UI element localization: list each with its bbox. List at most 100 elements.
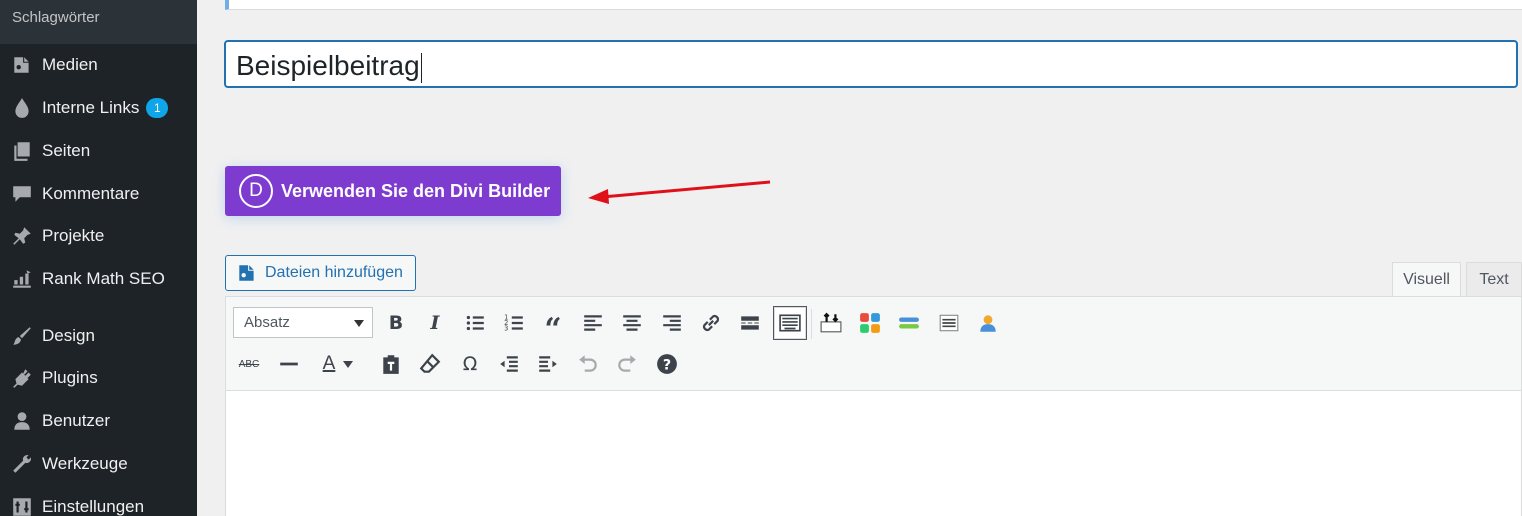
link-icon (702, 314, 720, 332)
divi-builder-label: Verwenden Sie den Divi Builder (281, 180, 551, 201)
document-icon (939, 314, 959, 332)
insert-shortcode-button[interactable] (814, 306, 848, 340)
chevron-down-icon (354, 320, 364, 327)
submenu-item-tags[interactable]: Schlagwörter (0, 0, 197, 44)
rank-math-icon (0, 268, 42, 290)
special-character-button[interactable]: Ω (453, 347, 487, 381)
horizontal-line-button[interactable] (272, 347, 306, 381)
settings-icon (0, 496, 42, 516)
sidebar-item-label: Projekte (42, 226, 105, 245)
brush-icon (0, 325, 42, 347)
sidebar-item-rank-math[interactable]: Rank Math SEO (0, 259, 197, 299)
modules-button[interactable] (853, 306, 887, 340)
post-title-input[interactable]: Beispielbeitrag (224, 40, 1518, 88)
plugin-icon (0, 367, 42, 389)
sidebar-item-label: Plugins (42, 368, 98, 387)
wrench-icon (0, 453, 42, 475)
pin-icon (0, 225, 42, 247)
format-select[interactable]: Absatz (233, 307, 373, 338)
red-arrow-annotation (588, 180, 771, 204)
color-grid-icon (860, 313, 880, 333)
undo-button[interactable] (571, 347, 605, 381)
add-media-label: Dateien hinzufügen (265, 264, 403, 281)
bold-button[interactable]: B (379, 306, 413, 340)
text-color-dropdown[interactable] (339, 347, 357, 381)
keyboard-icon (779, 314, 801, 332)
layers-icon (899, 317, 919, 329)
user-icon (0, 410, 42, 432)
align-left-button[interactable] (576, 306, 610, 340)
read-more-icon (741, 316, 759, 330)
sidebar-item-label: Kommentare (42, 184, 140, 203)
indent-icon (539, 356, 557, 372)
comments-icon (0, 183, 42, 205)
text-caret (420, 52, 422, 83)
sidebar-item-tools[interactable]: Werkzeuge (0, 444, 197, 484)
svg-text:3: 3 (504, 325, 508, 333)
strikethrough-button[interactable]: ABC (232, 347, 266, 381)
keyboard-shortcuts-button[interactable]: ? (650, 347, 684, 381)
sidebar-item-projects[interactable]: Projekte (0, 216, 197, 256)
format-select-value: Absatz (244, 314, 290, 331)
redo-button[interactable] (610, 347, 644, 381)
sidebar-item-settings[interactable]: Einstellungen (0, 487, 197, 516)
layers-button[interactable] (892, 306, 926, 340)
sidebar-item-internal-links[interactable]: Interne Links 1 (0, 88, 197, 128)
blockquote-button[interactable]: “ (536, 306, 570, 347)
classic-editor: Absatz B I 123 “ ABC A Ω ? (225, 296, 1522, 516)
bullet-list-button[interactable] (458, 306, 492, 340)
link-drop-icon (0, 97, 42, 119)
insert-icon (820, 312, 842, 333)
read-more-button[interactable] (733, 306, 767, 340)
clear-formatting-button[interactable] (413, 347, 447, 381)
outdent-icon (500, 356, 518, 372)
sidebar-item-comments[interactable]: Kommentare (0, 174, 197, 214)
post-title-value: Beispielbeitrag (236, 50, 420, 81)
sidebar-item-label: Seiten (42, 141, 91, 160)
add-media-button[interactable]: Dateien hinzufügen (225, 255, 416, 291)
sidebar-item-users[interactable]: Benutzer (0, 401, 197, 441)
paste-as-text-button[interactable] (374, 347, 408, 381)
sidebar-item-design[interactable]: Design (0, 316, 197, 356)
toolbar-toggle-button[interactable] (773, 306, 807, 340)
sidebar-item-pages[interactable]: Seiten (0, 131, 197, 171)
eraser-icon (419, 353, 441, 373)
media-icon (0, 54, 42, 76)
svg-text:?: ? (663, 358, 671, 374)
tab-text[interactable]: Text (1466, 262, 1522, 297)
insert-link-button[interactable] (694, 306, 728, 340)
outdent-button[interactable] (492, 347, 526, 381)
sidebar-item-label: Rank Math SEO (42, 269, 165, 288)
editor-content-area[interactable] (226, 391, 1521, 516)
toolbar-divider (811, 309, 812, 339)
redo-icon (618, 355, 636, 372)
align-center-icon (623, 315, 641, 331)
align-right-button[interactable] (655, 306, 689, 340)
italic-button[interactable]: I (418, 306, 452, 340)
divi-logo-icon: D (239, 174, 273, 208)
admin-sidebar: Schlagwörter Medien Interne Links 1 Seit… (0, 0, 197, 516)
sidebar-item-label: Design (42, 326, 95, 345)
pages-icon (0, 140, 42, 162)
document-button[interactable] (932, 306, 966, 340)
align-center-button[interactable] (615, 306, 649, 340)
previous-field (225, 0, 1522, 10)
undo-icon (579, 355, 597, 372)
sidebar-item-media[interactable]: Medien (0, 45, 197, 85)
indent-button[interactable] (531, 347, 565, 381)
align-right-icon (663, 315, 681, 331)
divi-builder-button[interactable]: D Verwenden Sie den Divi Builder (225, 166, 561, 216)
user-module-button[interactable] (971, 306, 1005, 340)
tab-visual[interactable]: Visuell (1392, 262, 1461, 297)
align-left-icon (584, 315, 602, 331)
numbered-list-button[interactable]: 123 (497, 306, 531, 340)
editor-toolbar: Absatz B I 123 “ ABC A Ω ? (226, 297, 1521, 391)
clipboard-icon (383, 355, 399, 374)
notification-badge: 1 (146, 98, 169, 118)
chevron-down-icon (343, 360, 353, 368)
help-icon: ? (657, 354, 677, 374)
sidebar-item-label: Benutzer (42, 411, 111, 430)
numbered-list-icon: 123 (504, 314, 523, 333)
user-icon (980, 315, 996, 332)
sidebar-item-plugins[interactable]: Plugins (0, 358, 197, 398)
